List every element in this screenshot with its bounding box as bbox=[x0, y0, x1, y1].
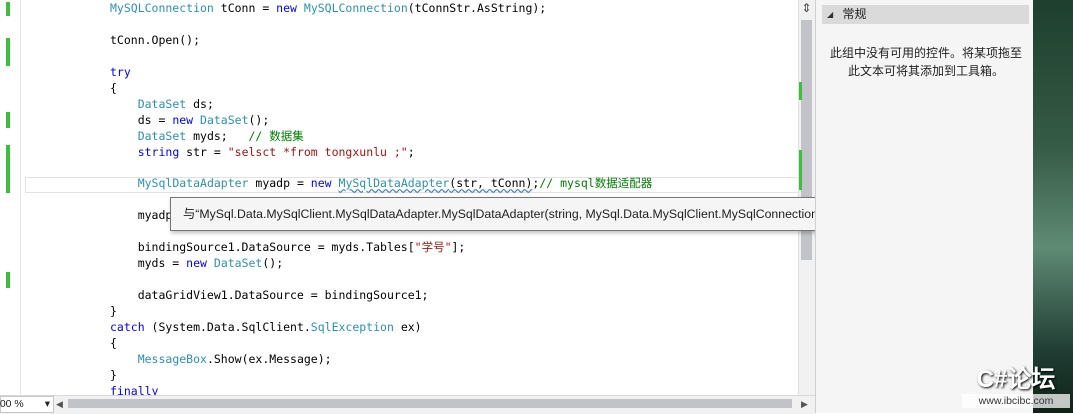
code-line[interactable]: } bbox=[110, 367, 117, 383]
zoom-dropdown-icon: ▾ bbox=[44, 398, 50, 410]
code-token: myadp bbox=[110, 208, 173, 223]
code-token: new bbox=[172, 112, 194, 127]
code-token: new bbox=[276, 1, 297, 15]
change-mark bbox=[6, 2, 10, 16]
watermark-url: www.ibcibc.com bbox=[962, 394, 1070, 408]
code-line[interactable]: myadp bbox=[110, 207, 173, 223]
collapse-arrow-icon[interactable]: ◢ bbox=[827, 10, 833, 19]
code-token: DataSet bbox=[137, 128, 187, 143]
code-line[interactable]: MySqlDataAdapter myadp = new MySqlDataAd… bbox=[110, 175, 653, 191]
scroll-change-mark bbox=[799, 82, 802, 100]
code-token: } bbox=[110, 367, 117, 382]
scroll-right-icon[interactable]: ▶ bbox=[801, 396, 808, 412]
code-token: dataGridView1.DataSource = bindingSource… bbox=[110, 288, 429, 303]
code-token: (str, tConn) bbox=[449, 176, 533, 191]
code-line[interactable]: dataGridView1.DataSource = bindingSource… bbox=[110, 287, 429, 303]
code-token: tConn = bbox=[213, 1, 277, 15]
code-token: SqlException bbox=[310, 320, 394, 334]
code-token: ; bbox=[407, 144, 415, 159]
code-token: { bbox=[110, 335, 117, 350]
code-token: ex) bbox=[393, 320, 422, 334]
code-token: MessageBox bbox=[137, 351, 207, 366]
code-token: ]; bbox=[451, 240, 466, 255]
code-line[interactable]: catch (System.Data.SqlClient.SqlExceptio… bbox=[110, 319, 422, 335]
code-token: (); bbox=[262, 256, 284, 271]
split-editor-icon[interactable]: ⇕ bbox=[798, 0, 815, 16]
code-token: ds = bbox=[110, 112, 173, 127]
code-token: tConn.Open(); bbox=[110, 32, 201, 47]
change-mark bbox=[6, 145, 10, 193]
site-watermark: C#论坛 www.ibcibc.com bbox=[962, 366, 1070, 410]
code-token: .Show(ex.Message); bbox=[206, 351, 332, 366]
code-token: DataSet bbox=[137, 96, 187, 111]
code-line[interactable]: bindingSource1.DataSource = myds.Tables[… bbox=[110, 239, 466, 255]
code-line[interactable]: } bbox=[110, 303, 117, 319]
code-token: finally bbox=[110, 383, 159, 395]
scroll-left-icon[interactable]: ◀ bbox=[56, 396, 63, 412]
code-line[interactable]: { bbox=[110, 335, 117, 351]
code-line[interactable]: tConn.Open(); bbox=[110, 32, 200, 48]
code-token: DataSet bbox=[213, 256, 263, 271]
code-token: new bbox=[186, 256, 207, 271]
change-mark bbox=[6, 112, 10, 128]
code-token: myds = bbox=[110, 256, 187, 271]
toolbox-section-header[interactable]: ◢ 常规 bbox=[822, 5, 1029, 24]
code-token: { bbox=[110, 80, 117, 95]
code-line[interactable]: try bbox=[110, 64, 131, 80]
code-token: bindingSource1.DataSource = myds.Tables[ bbox=[110, 240, 415, 255]
scroll-change-mark bbox=[799, 150, 802, 190]
code-line[interactable]: DataSet myds; // 数据集 bbox=[110, 128, 304, 144]
code-token: DataSet bbox=[200, 112, 249, 127]
toolbox-section-label: 常规 bbox=[842, 7, 867, 21]
code-line[interactable]: MessageBox.Show(ex.Message); bbox=[110, 351, 332, 367]
code-token: new bbox=[310, 176, 332, 191]
code-line[interactable]: myds = new DataSet(); bbox=[110, 255, 283, 271]
code-token: myds; bbox=[186, 128, 249, 143]
code-token: catch bbox=[110, 320, 145, 334]
zoom-dropdown[interactable]: 100 % ▾ bbox=[0, 396, 54, 413]
code-token: (tConnStr.AsString); bbox=[407, 1, 547, 15]
horizontal-scroll-thumb[interactable] bbox=[68, 399, 792, 408]
code-line[interactable]: MySQLConnection tConn = new MySQLConnect… bbox=[110, 0, 546, 16]
code-token: // mysql数据适配器 bbox=[539, 176, 653, 191]
code-token: (); bbox=[248, 112, 270, 127]
code-token: (System.Data.SqlClient. bbox=[144, 320, 311, 334]
desktop-background bbox=[1033, 0, 1073, 413]
code-line[interactable]: ds = new DataSet(); bbox=[110, 112, 270, 128]
change-mark bbox=[6, 38, 10, 66]
code-token: "学号" bbox=[414, 240, 452, 255]
code-token: MySQLConnection bbox=[303, 1, 408, 15]
code-token: str = bbox=[179, 144, 228, 159]
code-token: ds; bbox=[186, 96, 214, 111]
change-mark bbox=[6, 272, 10, 288]
code-token: MySqlDataAdapter bbox=[137, 176, 249, 191]
code-token: // 数据集 bbox=[248, 128, 304, 143]
code-line[interactable]: string str = "selsct *from tongxunlu ;"; bbox=[110, 144, 415, 160]
code-token: string bbox=[137, 144, 180, 159]
toolbox-empty-message: 此组中没有可用的控件。将某项拖至此文本可将其添加到工具箱。 bbox=[830, 46, 1023, 78]
code-line[interactable]: { bbox=[110, 80, 117, 96]
code-token: } bbox=[110, 304, 117, 319]
zoom-value: 100 % bbox=[0, 398, 24, 410]
code-line[interactable]: DataSet ds; bbox=[110, 96, 214, 112]
code-token: MySQLConnection bbox=[110, 1, 214, 15]
code-token: MySqlDataAdapter bbox=[338, 176, 450, 191]
code-line[interactable]: finally bbox=[110, 383, 158, 395]
change-margin bbox=[0, 0, 21, 395]
code-token: "selsct *from tongxunlu ;" bbox=[227, 144, 408, 159]
code-token: myadp = bbox=[248, 176, 311, 191]
code-token: try bbox=[110, 64, 131, 79]
watermark-brand: C#论坛 bbox=[976, 366, 1056, 393]
